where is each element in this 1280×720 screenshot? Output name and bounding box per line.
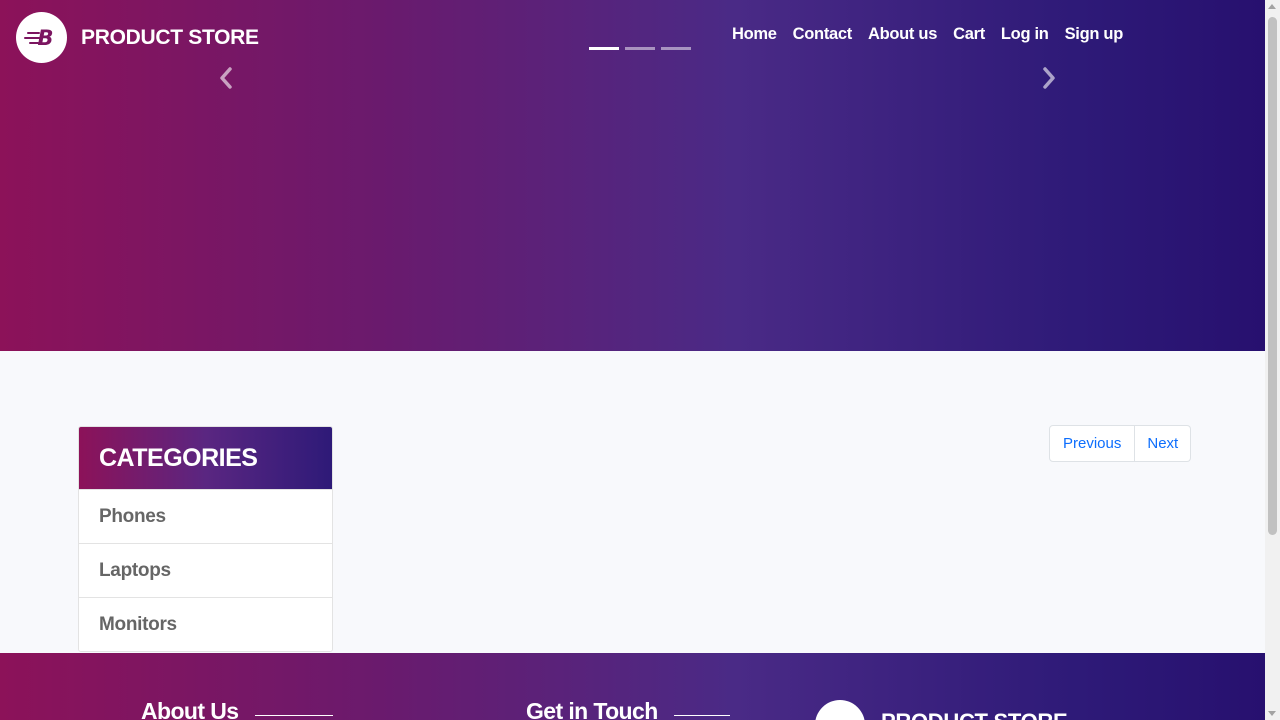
nav-home[interactable]: Home [732,25,777,44]
nav-contact[interactable]: Contact [793,25,853,44]
footer-contact-divider [674,715,730,716]
brand-name[interactable]: PRODUCT STORE [81,26,259,50]
hero-carousel: B PRODUCT STORE Home Contact About us Ca… [0,0,1265,351]
carousel-prev-button[interactable] [214,64,238,92]
chevron-left-icon [220,67,232,89]
footer: About Us Get in Touch PRODUCT STORE [0,653,1265,720]
nav-log-in[interactable]: Log in [1001,25,1049,44]
page: B PRODUCT STORE Home Contact About us Ca… [0,0,1265,720]
carousel-next-button[interactable] [1037,64,1061,92]
nav-cart[interactable]: Cart [953,25,985,44]
footer-about-heading: About Us [141,698,239,720]
scrollbar-thumb[interactable] [1268,17,1277,535]
chevron-right-icon [1043,67,1055,89]
footer-brand-name: PRODUCT STORE [881,709,1068,720]
scroll-down-icon[interactable] [1268,711,1276,716]
page-scrollbar[interactable] [1265,0,1280,720]
previous-page-button[interactable]: Previous [1049,425,1136,462]
carousel-indicator-3[interactable] [661,47,691,50]
carousel-indicators [589,47,697,50]
categories-panel: CATEGORIES Phones Laptops Monitors [78,426,333,652]
main-nav: Home Contact About us Cart Log in Sign u… [732,25,1139,44]
nav-about-us[interactable]: About us [868,25,937,44]
categories-title: CATEGORIES [79,427,332,489]
category-phones[interactable]: Phones [79,489,332,543]
brand[interactable]: B PRODUCT STORE [16,12,259,63]
logo-speed-lines [24,32,40,44]
scroll-up-icon[interactable] [1268,4,1276,9]
category-laptops[interactable]: Laptops [79,543,332,597]
nav-sign-up[interactable]: Sign up [1065,25,1124,44]
next-page-button[interactable]: Next [1135,425,1192,462]
footer-logo-icon [815,700,865,720]
brand-logo-icon: B [16,12,67,63]
carousel-indicator-2[interactable] [625,47,655,50]
footer-about-divider [255,715,333,716]
footer-contact-heading: Get in Touch [526,698,658,720]
carousel-indicator-1[interactable] [589,47,619,50]
pagination: Previous Next [1049,425,1192,462]
category-monitors[interactable]: Monitors [79,597,332,651]
